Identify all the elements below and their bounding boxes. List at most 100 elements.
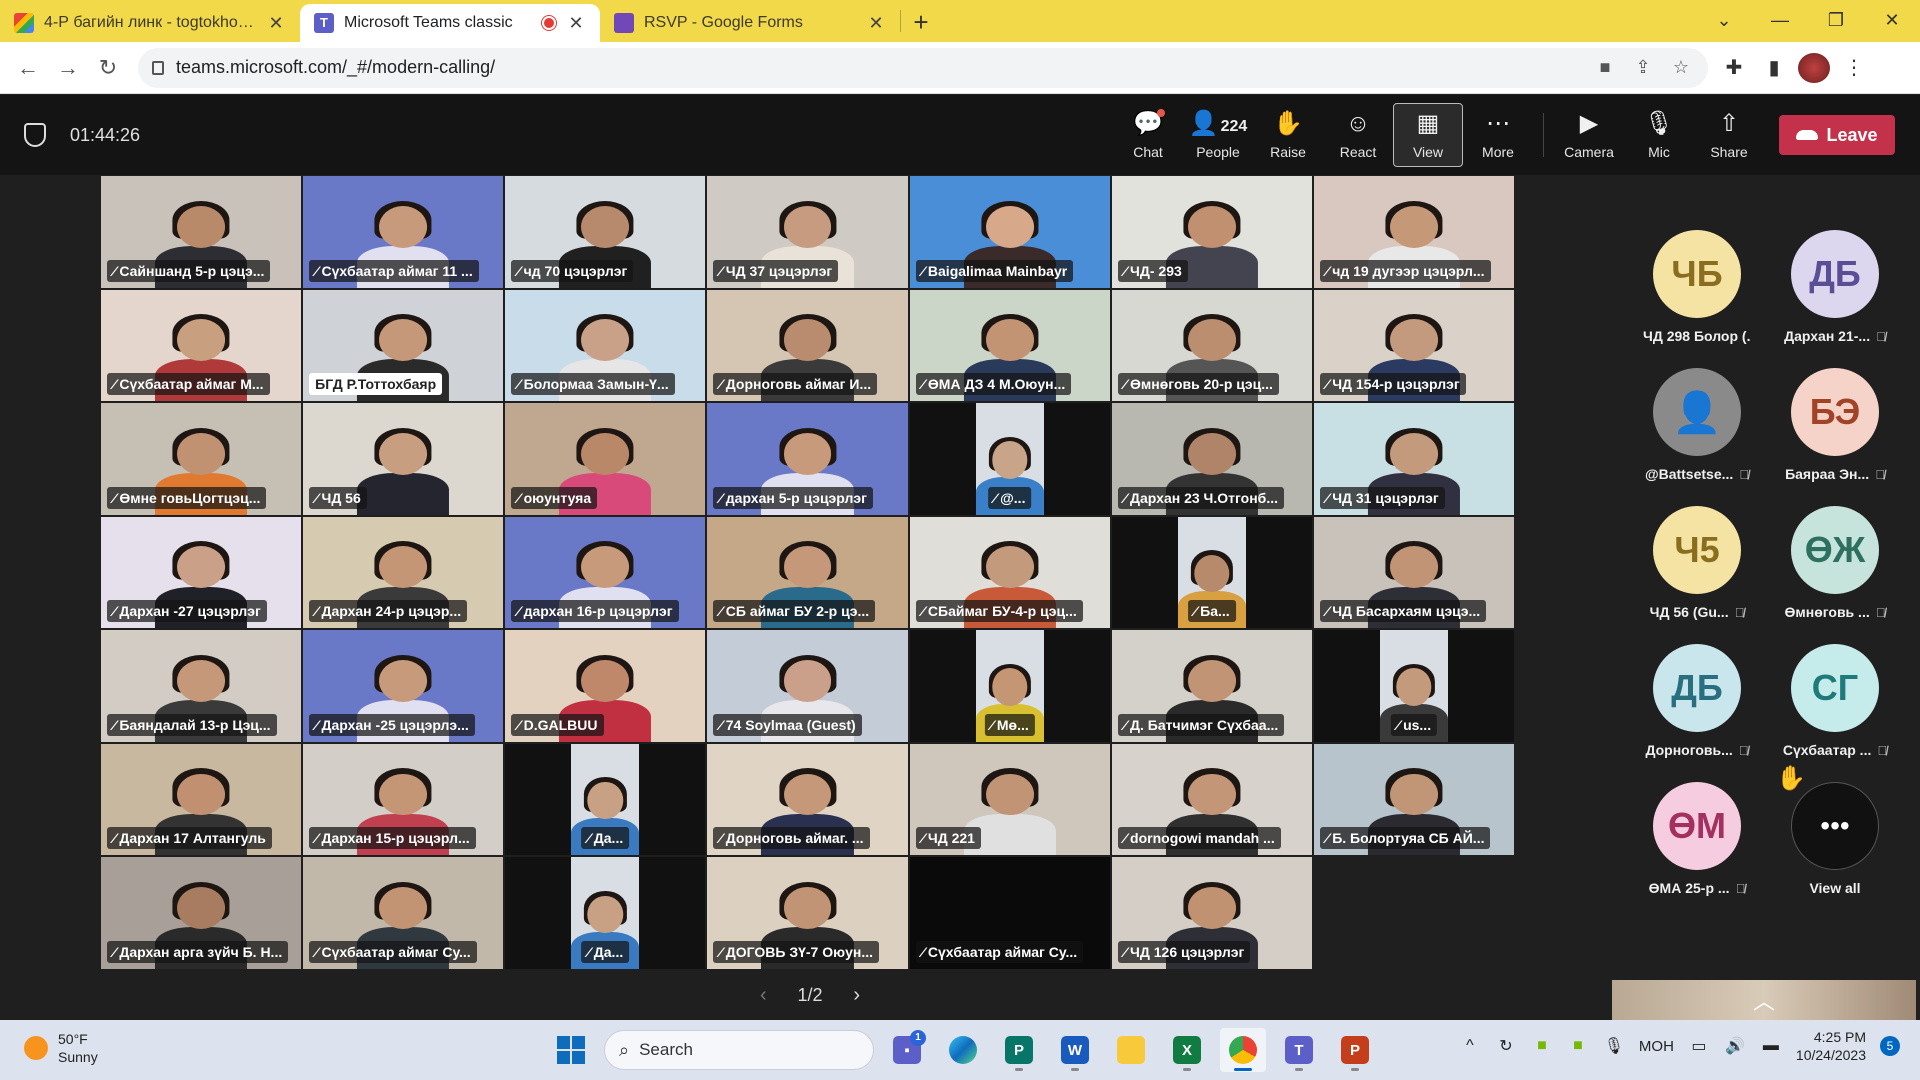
participant-video-tile[interactable]: ⁄ Да... xyxy=(505,743,706,856)
participant-video-tile[interactable]: ⁄ ЧД 37 цэцэрлэг xyxy=(707,176,908,288)
tab-close-icon[interactable]: ✕ xyxy=(266,13,286,34)
participant-video-tile[interactable]: ⁄ дархан 5-р цэцэрлэг xyxy=(707,403,908,515)
roster-participant[interactable]: ЧБ ЧД 298 Болор (... xyxy=(1628,230,1766,368)
react-button[interactable]: ☺ React xyxy=(1323,103,1393,167)
roster-participant[interactable]: Ч5 ЧД 56 (Gu... 🎙̸ xyxy=(1628,506,1766,644)
previous-page-icon[interactable]: ‹ xyxy=(760,984,767,1007)
meeting-shield-icon[interactable] xyxy=(24,123,46,147)
participant-video-tile[interactable]: ⁄ Өмнөговь 20-р цэц... xyxy=(1111,289,1312,402)
taskbar-publisher[interactable]: P xyxy=(996,1028,1042,1072)
notification-count[interactable]: 5 xyxy=(1880,1036,1900,1056)
participant-video-tile[interactable]: ⁄ Ба... xyxy=(1111,516,1312,629)
tab-close-icon[interactable]: ✕ xyxy=(866,13,886,34)
view-button[interactable]: ▦ View xyxy=(1393,103,1463,167)
participant-video-tile[interactable]: ⁄ ЧД- 293 xyxy=(1111,176,1312,288)
taskbar-chrome[interactable] xyxy=(1220,1028,1266,1072)
participant-video-tile[interactable]: ⁄ ЧД 221 xyxy=(909,743,1110,856)
participant-video-tile[interactable]: ⁄ 74 Soylmaa (Guest) xyxy=(707,630,908,742)
participant-video-tile[interactable]: ⁄ Сүхбаатар аймаг М... xyxy=(101,289,302,402)
profile-avatar[interactable] xyxy=(1798,52,1830,83)
participant-video-tile[interactable]: ⁄ ЧД 126 цэцэрлэг xyxy=(1111,857,1312,969)
participant-video-tile[interactable]: ⁄ чд 70 цэцэрлэг xyxy=(505,176,706,288)
camera-button[interactable]: ▶ Camera xyxy=(1554,103,1624,167)
tab-forms[interactable]: RSVP - Google Forms ✕ xyxy=(600,4,900,42)
participant-video-tile[interactable]: ⁄ СБаймаг БУ-4-р цэц... xyxy=(909,516,1110,629)
view-all-button[interactable]: ✋ ••• View all xyxy=(1766,765,1904,920)
participant-video-tile[interactable]: ⁄ Дорноговь аймаг. ... xyxy=(707,743,908,856)
participant-video-tile[interactable]: ⁄ Баяндалай 13-р Цэц... xyxy=(101,630,302,742)
taskbar-file-explorer[interactable] xyxy=(1108,1028,1154,1072)
clock[interactable]: 4:25 PM 10/24/2023 xyxy=(1796,1028,1866,1064)
taskbar-word[interactable]: W xyxy=(1052,1028,1098,1072)
participant-video-tile[interactable]: ⁄ ЧД 31 цэцэрлэг xyxy=(1313,403,1514,515)
roster-participant[interactable]: БЭ Баяраа Эн... 🎙̸ xyxy=(1766,368,1904,506)
input-language[interactable]: МОН xyxy=(1639,1038,1674,1055)
participant-video-tile[interactable]: ⁄ Дархан -25 цэцэрлэ... xyxy=(303,630,504,742)
participant-video-tile[interactable]: ⁄ дархан 16-р цэцэрлэг xyxy=(505,516,706,629)
participant-video-tile[interactable]: ⁄ Б. Болортуяа СБ АЙ... xyxy=(1313,743,1514,856)
lock-icon[interactable] xyxy=(152,60,164,75)
participant-video-tile[interactable]: ⁄ Болормаа Замын-Ү... xyxy=(505,289,706,402)
participant-video-tile[interactable]: ⁄ Сүхбаатар аймаг Су... xyxy=(909,857,1110,969)
reload-icon[interactable]: ↻ xyxy=(88,48,128,88)
participant-video-tile[interactable]: ⁄ Да... xyxy=(505,857,706,969)
back-icon[interactable]: ← xyxy=(8,48,48,88)
side-panel-icon[interactable]: ▮ xyxy=(1758,55,1790,80)
tab-search-icon[interactable]: ⌄ xyxy=(1696,0,1752,40)
leave-button[interactable]: Leave xyxy=(1779,115,1895,155)
participant-video-tile[interactable]: ⁄ ЧД Басархаям цэцэ... xyxy=(1313,516,1514,629)
browser-menu-icon[interactable]: ⋮ xyxy=(1838,55,1870,80)
participant-video-tile[interactable]: ⁄ Дорноговь аймаг И... xyxy=(707,289,908,402)
bookmark-star-icon[interactable]: ☆ xyxy=(1668,57,1694,78)
participant-video-tile[interactable]: ⁄ СБ аймаг БУ 2-р цэ... xyxy=(707,516,908,629)
taskbar-excel[interactable]: X xyxy=(1164,1028,1210,1072)
participant-video-tile[interactable]: ⁄ D.GALBUU xyxy=(505,630,706,742)
participant-video-tile[interactable]: ⁄ Сүхбаатар аймаг 11 ... xyxy=(303,176,504,288)
roster-participant[interactable]: ӨМ ӨМА 25-р ... 🎙̸ xyxy=(1628,782,1766,920)
participant-video-tile[interactable]: ⁄ Өмне говьЦогтцэц... xyxy=(101,403,302,515)
self-video-preview[interactable]: ︿ xyxy=(1612,980,1916,1020)
roster-participant[interactable]: 👤 @Battsetse... 🎙̸ xyxy=(1628,368,1766,506)
roster-participant[interactable]: СГ Сүхбаатар ... 🎙̸ xyxy=(1766,644,1904,782)
microphone-tray-icon[interactable]: 🎙 xyxy=(1603,1036,1625,1056)
restore-icon[interactable]: ❐ xyxy=(1808,0,1864,40)
url-omnibox[interactable]: teams.microsoft.com/_#/modern-calling/ ■… xyxy=(138,47,1708,88)
participant-video-tile[interactable]: ⁄ Мө... xyxy=(909,630,1110,742)
taskbar-edge[interactable] xyxy=(940,1028,986,1072)
camera-permission-icon[interactable]: ■ xyxy=(1592,57,1618,78)
chat-button[interactable]: 💬 Chat xyxy=(1113,103,1183,167)
extensions-puzzle-icon[interactable]: ✚ xyxy=(1718,55,1750,80)
minimize-icon[interactable]: — xyxy=(1752,0,1808,40)
taskbar-powerpoint[interactable]: P xyxy=(1332,1028,1378,1072)
taskbar-search[interactable]: ⌕ Search xyxy=(604,1030,874,1070)
sync-icon[interactable]: ↻ xyxy=(1495,1036,1517,1056)
expand-chevron-icon[interactable]: ︿ xyxy=(1753,984,1775,1016)
volume-icon[interactable]: 🔊 xyxy=(1724,1036,1746,1056)
people-button[interactable]: 👤 224 People xyxy=(1183,103,1253,167)
participant-video-tile[interactable]: ⁄ чд 19 дугээр цэцэрл... xyxy=(1313,176,1514,288)
participant-video-tile[interactable]: ⁄ Baigalimaa Mainbayr xyxy=(909,176,1110,288)
chevron-up-icon[interactable]: ^ xyxy=(1459,1037,1481,1055)
tab-gmail[interactable]: 4-Р багийн линк - togtokhoo.b ✕ xyxy=(0,4,300,42)
battery-icon[interactable]: ▬ xyxy=(1760,1037,1782,1055)
participant-video-tile[interactable]: ⁄ оюунтуяа xyxy=(505,403,706,515)
forward-icon[interactable]: → xyxy=(48,48,88,88)
tab-close-icon[interactable]: ✕ xyxy=(566,13,586,34)
new-tab-button[interactable]: + xyxy=(901,4,941,42)
participant-video-tile[interactable]: ⁄ ЧД 154-р цэцэрлэг xyxy=(1313,289,1514,402)
participant-video-tile[interactable]: ⁄ dornogowi mandah ... xyxy=(1111,743,1312,856)
participant-video-tile[interactable]: ⁄ Дархан 23 Ч.Отгонб... xyxy=(1111,403,1312,515)
url-text[interactable]: teams.microsoft.com/_#/modern-calling/ xyxy=(176,57,1580,78)
participant-video-tile[interactable]: ⁄ us... xyxy=(1313,630,1514,742)
next-page-icon[interactable]: › xyxy=(853,984,860,1007)
participant-video-tile[interactable]: ⁄ Дархан 15-р цэцэрл... xyxy=(303,743,504,856)
taskbar-chat[interactable]: ▪ 1 xyxy=(884,1028,930,1072)
participant-video-tile[interactable]: ⁄ Сайншанд 5-р цэцэ... xyxy=(101,176,302,288)
participant-video-tile[interactable]: ⁄ Дархан -27 цэцэрлэг xyxy=(101,516,302,629)
participant-video-tile[interactable]: ⁄ Сүхбаатар аймаг Су... xyxy=(303,857,504,969)
participant-video-tile[interactable]: ⁄ Дархан 17 Алтангуль xyxy=(101,743,302,856)
participant-video-tile[interactable]: ⁄ ӨМА ДЗ 4 М.Оюун... xyxy=(909,289,1110,402)
participant-video-tile[interactable]: ⁄ Дархан 24-р цэцэр... xyxy=(303,516,504,629)
share-button[interactable]: ⇧ Share xyxy=(1694,103,1764,167)
start-button[interactable] xyxy=(548,1028,594,1072)
